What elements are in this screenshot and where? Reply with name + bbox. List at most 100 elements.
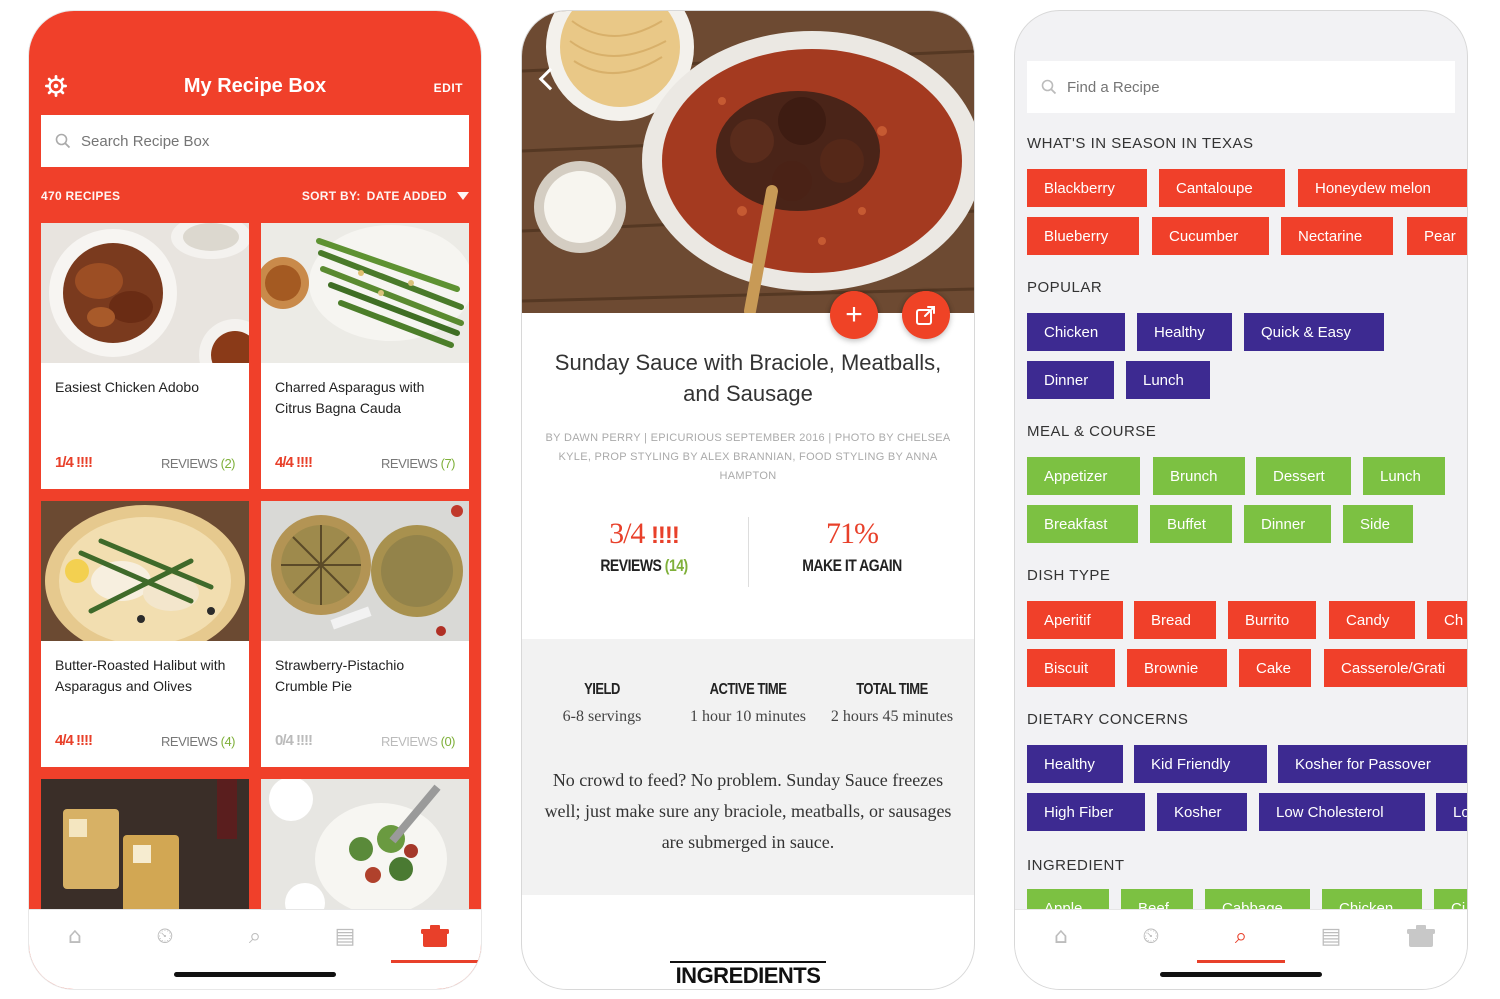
filter-chip[interactable]: Casserole/Grati [1324, 649, 1467, 687]
search-input[interactable] [1067, 78, 1367, 96]
review-count: REVIEWS (0) [381, 734, 455, 749]
tab-bar: ⌂ ⏲ ⌕ ▤ [1015, 909, 1467, 989]
ingredients-tab[interactable]: INGREDIENTS [522, 961, 974, 989]
home-icon[interactable]: ⌂ [55, 924, 95, 950]
filter-chip[interactable]: Aperitif [1027, 601, 1123, 639]
edit-button[interactable]: EDIT [434, 81, 463, 95]
filter-chip[interactable]: Dessert [1256, 457, 1351, 495]
yield-value: 6-8 servings [562, 708, 642, 725]
filter-chip[interactable]: Cucumber [1152, 217, 1269, 255]
recipe-byline: BY DAWN PERRY | EPICURIOUS SEPTEMBER 201… [545, 432, 951, 482]
filter-chip[interactable]: Cake [1239, 649, 1311, 687]
recipe-card[interactable]: Butter-Roasted Halibut with Asparagus an… [41, 501, 249, 767]
active-time-value: 1 hour 10 minutes [690, 708, 806, 725]
filter-chip[interactable]: Lo [1436, 793, 1467, 831]
home-indicator[interactable] [1160, 972, 1322, 977]
active-time-label: ACTIVE TIME [709, 679, 787, 698]
filter-chip[interactable]: Buffet [1150, 505, 1232, 543]
filter-chip[interactable]: Burrito [1228, 601, 1316, 639]
filter-chip[interactable]: Healthy [1027, 745, 1123, 783]
filter-chip[interactable]: Kosher for Passover [1278, 745, 1467, 783]
filter-chip[interactable]: Biscuit [1027, 649, 1115, 687]
rating: 0/4 !!!! [275, 732, 313, 749]
recipe-count: 470 RECIPES [41, 189, 121, 203]
filter-chip[interactable]: Kosher [1157, 793, 1247, 831]
search-icon[interactable]: ⌕ [1221, 924, 1261, 950]
filter-chip[interactable]: Side [1343, 505, 1413, 543]
filter-chip[interactable]: Cantaloupe [1159, 169, 1285, 207]
yield-info: YIELD 6-8 servings [532, 679, 672, 727]
recipe-box-icon[interactable] [1401, 924, 1441, 950]
filter-chip[interactable]: Dinner [1027, 361, 1114, 399]
filter-chip[interactable]: Lunch [1363, 457, 1445, 495]
search-icon[interactable]: ⌕ [235, 924, 275, 950]
section-title: INGREDIENT [1027, 857, 1125, 874]
total-time-value: 2 hours 45 minutes [830, 708, 954, 725]
recipe-title: Sunday Sauce with Braciole, Meatballs, a… [554, 350, 942, 406]
home-icon[interactable]: ⌂ [1041, 924, 1081, 950]
filter-chip[interactable]: Ch [1427, 601, 1467, 639]
filter-chip[interactable]: Dinner [1244, 505, 1331, 543]
rating-value: 3/4 !!!! [609, 517, 680, 550]
filter-chip[interactable]: Kid Friendly [1134, 745, 1267, 783]
yield-label: YIELD [584, 679, 620, 698]
recipe-detail-screen: + + Sunday Sauce with Braciole, Meatball… [521, 10, 975, 990]
filter-chip[interactable]: Chicken [1027, 313, 1125, 351]
recipe-box-search[interactable] [41, 115, 469, 167]
recipe-card[interactable]: Strawberry-Pistachio Crumble Pie 0/4 !!!… [261, 501, 469, 767]
filter-chip[interactable]: Pear [1407, 217, 1467, 255]
fork-rating-icon: !!!! [296, 454, 313, 471]
list-icon[interactable]: ▤ [1311, 924, 1351, 950]
filter-chip[interactable]: Blackberry [1027, 169, 1147, 207]
recipe-description: No crowd to feed? No problem. Sunday Sau… [544, 770, 952, 852]
filter-chip[interactable]: Lunch [1126, 361, 1210, 399]
review-count: REVIEWS (7) [381, 456, 455, 471]
share-button[interactable] [902, 291, 950, 339]
filter-chip[interactable]: Appetizer [1027, 457, 1140, 495]
recipe-image-salad [261, 779, 469, 919]
sort-dropdown[interactable]: SORT BY: DATE ADDED [302, 189, 469, 203]
active-tab-indicator [391, 960, 479, 963]
recipe-card[interactable]: Charred Asparagus with Citrus Bagna Caud… [261, 223, 469, 489]
recipe-list-meta: 470 RECIPES SORT BY: DATE ADDED [41, 189, 469, 203]
recipe-card[interactable]: Easiest Chicken Adobo 1/4 !!!! REVIEWS (… [41, 223, 249, 489]
recipe-name: Strawberry-Pistachio Crumble Pie [275, 657, 405, 694]
filter-chip[interactable]: Quick & Easy [1244, 313, 1384, 351]
search-icon [55, 133, 71, 149]
recipe-name: Butter-Roasted Halibut with Asparagus an… [55, 657, 226, 694]
recipe-hero-image: + [522, 11, 974, 313]
recipe-card[interactable] [41, 779, 249, 919]
filter-chip[interactable]: Healthy [1137, 313, 1232, 351]
filter-chip[interactable]: Low Cholesterol [1259, 793, 1425, 831]
search-browse-screen: WHAT'S IN SEASON IN TEXAS Blackberry Can… [1014, 10, 1468, 990]
section-title: DISH TYPE [1027, 567, 1111, 584]
rating: 4/4 !!!! [275, 454, 313, 471]
filter-chip[interactable]: Brownie [1127, 649, 1227, 687]
recipe-image-cocktails [41, 779, 249, 919]
search-icon [1041, 79, 1057, 95]
recipe-card[interactable] [261, 779, 469, 919]
recipe-info-panel: YIELD 6-8 servings ACTIVE TIME 1 hour 10… [522, 639, 974, 895]
find-recipe-search[interactable] [1027, 61, 1455, 113]
sort-label: SORT BY: [301, 189, 361, 203]
filter-chip[interactable]: Honeydew melon [1298, 169, 1467, 207]
section-title: MEAL & COURSE [1027, 423, 1157, 440]
filter-chip[interactable]: High Fiber [1027, 793, 1145, 831]
list-icon[interactable]: ▤ [325, 924, 365, 950]
filter-chip[interactable]: Breakfast [1027, 505, 1138, 543]
filter-chip[interactable]: Candy [1329, 601, 1415, 639]
recipe-box-icon[interactable] [415, 924, 455, 950]
rating: 1/4 !!!! [55, 454, 93, 471]
home-indicator[interactable] [174, 972, 336, 977]
filter-chip[interactable]: Nectarine [1281, 217, 1393, 255]
reviews-link: REVIEWS (14) [600, 555, 688, 575]
add-to-recipe-box-button[interactable]: + [830, 291, 878, 339]
filter-chip[interactable]: Bread [1134, 601, 1216, 639]
filter-chip[interactable]: Blueberry [1027, 217, 1139, 255]
timer-icon[interactable]: ⏲ [145, 924, 185, 950]
rating: 4/4 !!!! [55, 732, 93, 749]
search-input[interactable] [81, 132, 381, 150]
timer-icon[interactable]: ⏲ [1131, 924, 1171, 950]
filter-chip[interactable]: Brunch [1153, 457, 1245, 495]
rating-stat[interactable]: 3/4 !!!! REVIEWS (14) [544, 517, 744, 575]
